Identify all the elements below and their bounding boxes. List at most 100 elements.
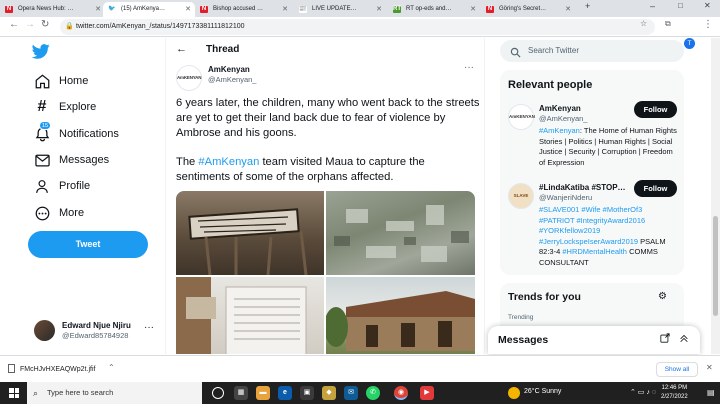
browser-tab[interactable]: N Göring's Secret - The ✕ [481,2,575,17]
hashtag-link[interactable]: #SLAVE001 #Wife #MotherOf3 #PATRIOT #Int… [539,205,645,246]
browser-tab[interactable]: N Opera News Hub: Cre ✕ [0,2,105,17]
scrollbar-thumb[interactable] [713,216,718,316]
nav-profile[interactable]: Profile [34,176,90,196]
taskbar-search-input[interactable]: ⌕ Type here to search [27,382,202,404]
edge-icon[interactable]: e [278,386,292,400]
browser-tab-strip: N Opera News Hub: Cre ✕ 🐦 (15) AmKenyan … [0,0,720,17]
profile-avatar-icon[interactable]: T [684,38,695,49]
tweet-photo[interactable] [324,277,475,354]
hashtag-link[interactable]: #AmKenyan [198,156,259,168]
show-all-button[interactable]: Show all [656,362,698,377]
messages-drawer[interactable]: Messages [488,326,700,354]
nav-label: More [59,207,85,219]
extensions-icon[interactable]: ⧉ [665,19,671,29]
taskbar-app-icon[interactable]: ▶ [420,386,434,400]
nav-more[interactable]: More [34,203,84,223]
browser-tab[interactable]: RT RT op-eds and featur ✕ [388,2,480,17]
back-arrow-icon[interactable]: ← [176,43,187,55]
address-bar[interactable]: 🔒 twitter.com/AmKenyan_/status/149717338… [60,19,655,35]
taskbar-app-icon[interactable]: ◆ [322,386,336,400]
avatar[interactable]: AmKENYAN [176,65,202,91]
section-title: Relevant people [508,79,593,91]
forward-icon[interactable]: → [25,19,35,30]
news-icon: 📰 [299,6,307,13]
close-icon[interactable]: ✕ [706,363,713,372]
mail-icon[interactable]: ✉ [344,386,358,400]
whatsapp-icon[interactable]: ✆ [366,386,380,400]
tweet-photo[interactable] [326,191,475,275]
file-explorer-icon[interactable]: ▬ [256,386,270,400]
close-tab-icon[interactable]: ✕ [376,2,382,17]
follow-button[interactable]: Follow [634,180,677,197]
sun-weather-icon [508,387,520,399]
nav-explore[interactable]: # Explore [34,97,97,117]
page-scrollbar[interactable] [711,38,720,354]
close-tab-icon[interactable]: ✕ [95,2,101,17]
nav-label: Messages [59,154,110,166]
author-handle[interactable]: @AmKenyan_ [208,75,256,84]
task-view-icon[interactable] [212,387,224,399]
close-tab-icon[interactable]: ✕ [565,2,571,17]
tweet-photo[interactable] [176,191,324,276]
date-text: 2/27/2022 [661,394,688,400]
search-input[interactable]: Search Twitter [500,40,684,62]
person-card[interactable]: SLAVE #LindaKatiba #STOP… @WanjeriNderu … [508,180,680,273]
author-name[interactable]: AmKenyan [208,65,250,74]
person-bio: #AmKenyan: The Home of Human Rights Stor… [539,126,679,168]
chevron-up-icon[interactable]: ⌃ [108,363,115,372]
star-icon[interactable]: ☆ [640,19,647,28]
close-tab-icon[interactable]: ✕ [470,2,476,17]
reload-icon[interactable]: ↻ [41,19,49,30]
more-icon[interactable]: ··· [144,322,154,333]
taskbar-search-placeholder: Type here to search [47,388,114,397]
maximize-button[interactable]: □ [678,1,683,10]
account-switcher[interactable]: Edward Njue Njiru @Edward85784928 ··· [34,318,164,344]
search-icon: ⌕ [33,388,39,398]
nav-home[interactable]: Home [34,71,88,91]
hashtag-link[interactable]: #HRDMentalHealth [562,247,627,256]
relevant-people-card: Relevant people AmKENYAN AmKenyan @AmKen… [500,70,684,275]
tweet-photo[interactable] [176,277,324,354]
new-tab-button[interactable]: + [585,1,590,11]
close-window-button[interactable]: ✕ [704,1,711,10]
browser-tab[interactable]: 📰 LIVE UPDATES: Ukrain ✕ [294,2,386,17]
follow-button[interactable]: Follow [634,101,677,118]
new-message-icon[interactable] [660,333,670,346]
more-icon[interactable]: ··· [464,62,474,73]
thread-column: ← Thread AmKENYAN AmKenyan @AmKenyan_ ··… [165,38,485,354]
nav-notifications[interactable]: 15 Notifications [34,121,119,144]
taskbar-app-icon[interactable]: ▦ [234,386,248,400]
store-icon[interactable]: ▣ [300,386,314,400]
windows-start-icon[interactable] [9,388,19,398]
nav-messages[interactable]: Messages [34,150,109,170]
search-icon [510,45,521,67]
person-handle: @WanjeriNderu [539,193,593,202]
back-icon[interactable]: ← [9,19,19,30]
file-icon [8,364,15,373]
person-bio: #SLAVE001 #Wife #MotherOf3 #PATRIOT #Int… [539,205,679,268]
minimize-button[interactable]: – [650,1,655,11]
chrome-icon[interactable]: ◉ [394,386,408,400]
person-card[interactable]: AmKENYAN AmKenyan @AmKenyan_ Follow #AmK… [508,101,680,170]
system-tray-icons[interactable]: ⌃ ▭ ♪ ◌ [630,388,656,396]
opera-news-icon: N [486,6,494,13]
browser-tab-active[interactable]: 🐦 (15) AmKenyan on Tw ✕ [103,2,195,17]
text-segment: The [176,156,199,168]
taskbar-clock[interactable]: 12:46 PM 2/27/2022 [661,384,688,402]
hashtag-link[interactable]: #AmKenyan [539,126,580,135]
close-tab-icon[interactable]: ✕ [185,2,191,17]
twitter-logo-icon[interactable] [31,44,50,64]
menu-kebab-icon[interactable]: ⋮ [703,19,713,30]
collapse-chevron-icon[interactable] [679,333,689,346]
tab-title: (15) AmKenyan on Tw [121,6,167,12]
weather-text[interactable]: 26°C Sunny [524,388,561,395]
tab-title: Opera News Hub: Cre [18,6,77,12]
tweet-paragraph: The #AmKenyan team visited Maua to captu… [176,155,481,185]
download-filename: FMcHJvHXEAQWp2t.jfif [20,366,96,373]
close-tab-icon[interactable]: ✕ [282,2,288,17]
notification-center-icon[interactable]: ▤ [707,388,715,397]
gear-icon[interactable]: ⚙ [658,291,667,302]
download-item[interactable]: FMcHJvHXEAQWp2t.jfif [8,364,95,373]
browser-tab[interactable]: N Bishop accused of us ✕ [195,2,292,17]
tweet-button[interactable]: Tweet [28,231,148,258]
